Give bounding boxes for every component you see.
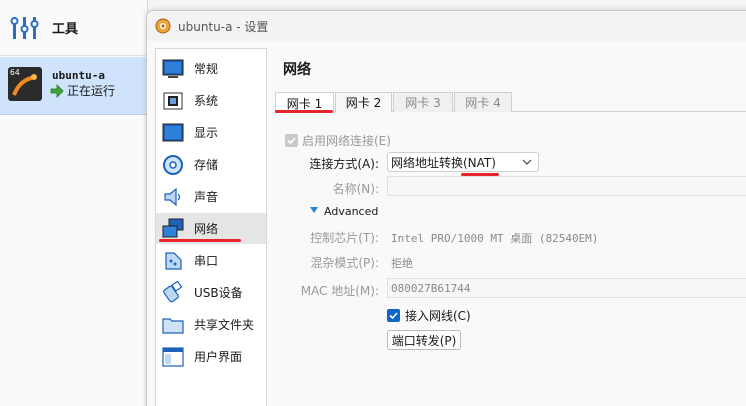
vm-state: 正在运行	[50, 82, 115, 99]
display-icon	[161, 121, 185, 145]
vm-manager-panel: 工具 64 ubuntu-a 正在运行	[0, 0, 148, 406]
mac-label: MAC 地址(M):	[300, 284, 379, 298]
adapter-type-select[interactable]: Intel PRO/1000 MT 桌面 (82540EM)	[391, 230, 598, 246]
network-settings-page: 网络 网卡 1 网卡 2 网卡 3 网卡 4 启用网络连接(E) 连接方式(A)…	[275, 48, 746, 406]
name-label: 名称(N):	[332, 182, 379, 196]
category-display[interactable]: 显示	[156, 117, 266, 148]
mac-value: 080027B61744	[391, 282, 471, 295]
vm-state-label: 正在运行	[67, 84, 116, 98]
network-icon	[161, 217, 185, 241]
monitor-icon	[161, 57, 185, 81]
promiscuous-select[interactable]: 拒绝	[391, 255, 413, 271]
tab-adapter-3[interactable]: 网卡 3	[393, 92, 453, 112]
tools-item[interactable]: 工具	[0, 0, 148, 56]
category-label: 显示	[194, 126, 219, 140]
port-forwarding-button[interactable]: 端口转发(P)	[387, 330, 461, 350]
category-label: 声音	[194, 190, 219, 204]
cable-connected-checkbox[interactable]: 接入网线(C)	[387, 307, 471, 324]
promiscuous-label: 混杂模式(P):	[310, 256, 379, 270]
adapter-type-label: 控制芯片(T):	[310, 231, 379, 245]
expand-triangle-icon	[309, 204, 319, 218]
category-label: USB设备	[194, 286, 243, 300]
category-system[interactable]: 系统	[156, 85, 266, 116]
category-list: 常规 系统 显示 存储 声音 网络 串口 USB设备 共享文件夹 用户界面	[155, 48, 267, 406]
enable-adapter-checkbox[interactable]: 启用网络连接(E)	[285, 132, 391, 149]
category-label: 用户界面	[194, 350, 243, 364]
category-user-interface[interactable]: 用户界面	[156, 341, 266, 372]
page-title: 网络	[283, 62, 311, 78]
vm-name: ubuntu-a	[52, 69, 105, 82]
category-storage[interactable]: 存储	[156, 149, 266, 180]
category-serial[interactable]: 串口	[156, 245, 266, 276]
vm-list-item[interactable]: 64 ubuntu-a 正在运行	[0, 57, 148, 115]
category-label: 存储	[194, 158, 219, 172]
dialog-title: ubuntu-a - 设置	[178, 19, 269, 34]
enable-adapter-label: 启用网络连接(E)	[302, 134, 391, 148]
checkbox-checked	[387, 309, 400, 322]
adapter-form: 启用网络连接(E) 连接方式(A): 网络地址转换(NAT) 名称(N): Ad…	[275, 112, 746, 406]
annotation-underline-network	[159, 239, 241, 242]
category-label: 共享文件夹	[194, 318, 255, 332]
virtualbox-app-icon	[155, 18, 171, 34]
category-label: 常规	[194, 62, 219, 76]
attached-to-label: 连接方式(A):	[309, 157, 379, 171]
folder-icon	[161, 313, 185, 337]
advanced-toggle[interactable]: Advanced	[309, 204, 378, 218]
attached-to-select[interactable]: 网络地址转换(NAT)	[387, 152, 539, 172]
adapter-tabs: 网卡 1 网卡 2 网卡 3 网卡 4	[275, 92, 746, 113]
cable-connected-label: 接入网线(C)	[405, 309, 471, 323]
category-audio[interactable]: 声音	[156, 181, 266, 212]
category-general[interactable]: 常规	[156, 53, 266, 84]
speaker-icon	[161, 185, 185, 209]
category-label: 系统	[194, 94, 219, 108]
tools-icon	[10, 13, 40, 43]
tab-adapter-4[interactable]: 网卡 4	[454, 92, 512, 112]
category-label: 网络	[194, 222, 219, 236]
ubuntu-vm-icon: 64	[8, 67, 42, 101]
disk-icon	[161, 153, 185, 177]
category-label: 串口	[194, 254, 219, 268]
chip-icon	[161, 89, 185, 113]
checkbox-checked-disabled	[285, 134, 298, 147]
dialog-titlebar[interactable]: ubuntu-a - 设置	[147, 11, 746, 41]
window-icon	[161, 345, 185, 369]
name-field[interactable]	[387, 176, 746, 196]
category-usb[interactable]: USB设备	[156, 277, 266, 308]
attached-to-value: 网络地址转换(NAT)	[391, 155, 496, 170]
settings-dialog: ubuntu-a - 设置 常规 系统 显示 存储 声音 网络 串口 USB设备…	[146, 10, 746, 406]
running-arrow-icon	[50, 83, 64, 98]
tools-label: 工具	[52, 22, 79, 37]
tab-adapter-2[interactable]: 网卡 2	[335, 92, 392, 112]
advanced-label: Advanced	[324, 204, 379, 218]
chevron-down-icon	[522, 156, 532, 170]
category-shared-folders[interactable]: 共享文件夹	[156, 309, 266, 340]
usb-icon	[161, 279, 185, 305]
serial-port-icon	[161, 249, 185, 273]
